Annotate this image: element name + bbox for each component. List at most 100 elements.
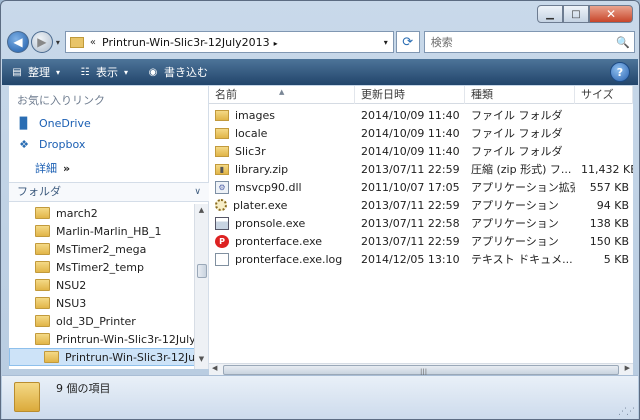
scrollbar-thumb[interactable] (197, 264, 207, 278)
folder-icon (35, 243, 50, 255)
organize-button[interactable]: ▤ 整理 ▾ (10, 64, 60, 80)
tree-item[interactable]: old_3D_Printer (9, 312, 195, 330)
favorite-label: Dropbox (39, 137, 86, 151)
file-row[interactable]: plater.exe 2013/07/11 22:59 アプリケーション 94 … (209, 196, 633, 214)
breadcrumb-current[interactable]: Printrun-Win-Slic3r-12July2013 ▸ (102, 36, 379, 49)
favorite-onedrive[interactable]: ▉ OneDrive (17, 116, 91, 130)
folder-icon (35, 333, 50, 345)
column-size[interactable]: サイズ (575, 86, 633, 104)
breadcrumb-overflow[interactable]: « (90, 37, 96, 48)
address-dropdown[interactable]: ▾ (379, 38, 393, 47)
file-row[interactable]: locale 2014/10/09 11:40 ファイル フォルダ (209, 124, 633, 142)
file-type: アプリケーション拡張 (471, 181, 575, 194)
file-row[interactable]: pronsole.exe 2013/07/11 22:58 アプリケーション 1… (209, 214, 633, 232)
folder-icon (69, 36, 84, 48)
resize-grip[interactable]: ⋰⋰ (618, 407, 635, 417)
file-list: 名前 ▲ 更新日時 種類 サイズ images 2014/10/09 11:40 … (209, 86, 633, 369)
search-icon[interactable]: 🔍 (612, 36, 634, 49)
scroll-up-icon[interactable]: ▲ (195, 206, 208, 218)
back-button[interactable]: ◀ (7, 31, 29, 53)
file-name: msvcp90.dll (235, 180, 302, 194)
scrollbar-thumb[interactable]: ||| (223, 365, 619, 376)
folder-icon (35, 207, 50, 219)
chevron-down-icon: ▾ (56, 67, 61, 77)
file-type: ファイル フォルダ (471, 145, 563, 158)
tree-item[interactable]: MsTimer2_temp (9, 258, 195, 276)
console-app-icon (215, 216, 229, 230)
tree-item[interactable]: Printrun-Win-Slic3r-12July2013 (9, 330, 195, 348)
file-date: 2011/10/07 17:05 (361, 180, 460, 194)
file-row[interactable]: pronterface.exe.log 2014/12/05 13:10 テキス… (209, 250, 633, 268)
disc-icon: ◉ (148, 66, 158, 78)
folder-icon (44, 351, 59, 363)
burn-button[interactable]: ◉ 書き込む (146, 64, 208, 80)
horizontal-scrollbar[interactable]: ◀ ||| ▶ (209, 363, 633, 376)
command-bar: ▤ 整理 ▾ ☷ 表示 ▾ ◉ 書き込む ? (2, 59, 638, 85)
search-input[interactable]: 検索 🔍 (423, 31, 635, 53)
refresh-button[interactable]: ⟳ (395, 31, 420, 53)
favorite-dropbox[interactable]: ❖ Dropbox (17, 137, 85, 151)
tree-item[interactable]: NSU3 (9, 294, 195, 312)
file-row[interactable]: images 2014/10/09 11:40 ファイル フォルダ (209, 106, 633, 124)
item-count: 9 個の項目 (56, 382, 111, 395)
file-name: Slic3r (235, 144, 266, 158)
file-size: 11,432 KB (581, 162, 633, 176)
tree-item[interactable]: images (9, 366, 195, 370)
file-rows: images 2014/10/09 11:40 ファイル フォルダ locale… (209, 106, 633, 268)
maximize-button[interactable]: □ (563, 5, 589, 23)
file-row[interactable]: Slic3r 2014/10/09 11:40 ファイル フォルダ (209, 142, 633, 160)
file-name: plater.exe (233, 198, 288, 212)
view-label: 表示 (96, 66, 119, 79)
search-placeholder: 検索 (430, 36, 453, 49)
forward-button[interactable]: ▶ (30, 31, 53, 53)
dll-file-icon: ⚙ (215, 180, 229, 194)
minimize-button[interactable]: ▁ (537, 5, 563, 23)
file-date: 2014/12/05 13:10 (361, 252, 460, 266)
file-size: 150 KB (589, 234, 629, 248)
file-date: 2014/10/09 11:40 (361, 108, 460, 122)
scroll-right-icon[interactable]: ▶ (625, 364, 630, 372)
view-button[interactable]: ☷ 表示 ▾ (78, 64, 129, 80)
folder-tree: march2 Marlin-Marlin_HB_1 MsTimer2_mega … (9, 204, 195, 369)
doc-icon: ▉ (19, 116, 29, 130)
scroll-down-icon[interactable]: ▼ (195, 355, 208, 367)
folder-icon (35, 225, 50, 237)
file-row[interactable]: ▮ library.zip 2013/07/11 22:59 圧縮 (zip 形式… (209, 160, 633, 178)
close-button[interactable]: ✕ (589, 5, 633, 23)
tree-item[interactable]: NSU2 (9, 276, 195, 294)
tree-item[interactable]: Marlin-Marlin_HB_1 (9, 222, 195, 240)
text-file-icon (215, 252, 229, 266)
folders-header[interactable]: フォルダ ∨ (9, 182, 209, 202)
column-name[interactable]: 名前 ▲ (209, 86, 355, 104)
column-type[interactable]: 種類 (465, 86, 575, 104)
navigation-pane: お気に入りリンク ▉ OneDrive ❖ Dropbox 詳細» フォルダ ∨… (9, 86, 209, 369)
file-size: 557 KB (589, 180, 629, 194)
burn-label: 書き込む (164, 66, 209, 79)
file-name: images (235, 108, 275, 122)
file-row[interactable]: Ppronterface.exe 2013/07/11 22:59 アプリケーシ… (209, 232, 633, 250)
details-pane: 9 個の項目 ⋰⋰ (2, 375, 638, 419)
address-bar[interactable]: « Printrun-Win-Slic3r-12July2013 ▸ ▾ (64, 31, 394, 53)
file-type: アプリケーション (471, 199, 559, 212)
scroll-left-icon[interactable]: ◀ (212, 364, 217, 372)
folder-icon (215, 109, 229, 121)
tree-item[interactable]: march2 (9, 204, 195, 222)
column-headers: 名前 ▲ 更新日時 種類 サイズ (209, 86, 633, 104)
file-row[interactable]: ⚙ msvcp90.dll 2011/10/07 17:05 アプリケーション拡張… (209, 178, 633, 196)
recent-pages-dropdown[interactable]: ▾ (56, 38, 60, 47)
chevron-down-icon: ▾ (124, 67, 129, 77)
help-button[interactable]: ? (610, 62, 630, 82)
file-size: 94 KB (596, 198, 629, 212)
file-name: pronsole.exe (235, 216, 306, 230)
tree-scrollbar[interactable]: ▲ ▼ (194, 204, 208, 369)
collapse-icon[interactable]: ∨ (194, 183, 201, 201)
tree-item[interactable]: MsTimer2_mega (9, 240, 195, 258)
more-links[interactable]: 詳細» (35, 160, 70, 176)
file-name: locale (235, 126, 268, 140)
organize-icon: ▤ (12, 66, 22, 78)
caption-buttons: ▁ □ ✕ (537, 5, 633, 23)
file-type: ファイル フォルダ (471, 109, 563, 122)
file-size: 138 KB (589, 216, 629, 230)
column-date[interactable]: 更新日時 (355, 86, 465, 104)
tree-item-selected[interactable]: Printrun-Win-Slic3r-12July2013 (9, 348, 195, 366)
